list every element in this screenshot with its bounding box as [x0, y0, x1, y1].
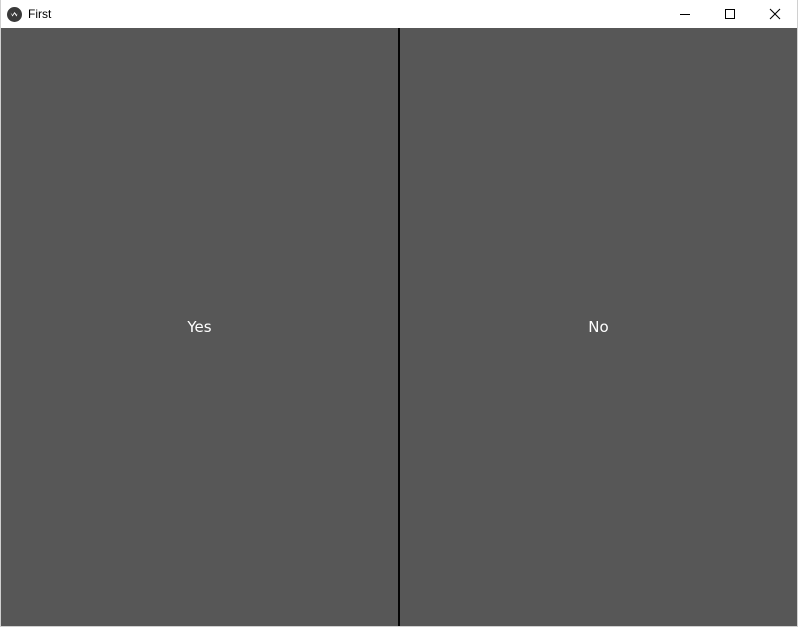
- window-controls: [662, 0, 797, 28]
- title-bar[interactable]: First: [1, 0, 797, 28]
- no-button[interactable]: No: [400, 28, 797, 626]
- kivy-logo-icon: [7, 6, 22, 22]
- maximize-button[interactable]: [707, 0, 752, 28]
- yes-button-label: Yes: [187, 318, 212, 336]
- close-icon: [769, 8, 781, 20]
- app-window: First Yes No: [0, 0, 798, 627]
- maximize-icon: [724, 8, 736, 20]
- yes-button[interactable]: Yes: [1, 28, 398, 626]
- button-area: Yes No: [1, 28, 797, 626]
- no-button-label: No: [588, 318, 609, 336]
- minimize-button[interactable]: [662, 0, 707, 28]
- close-button[interactable]: [752, 0, 797, 28]
- minimize-icon: [679, 8, 691, 20]
- window-title: First: [28, 7, 52, 21]
